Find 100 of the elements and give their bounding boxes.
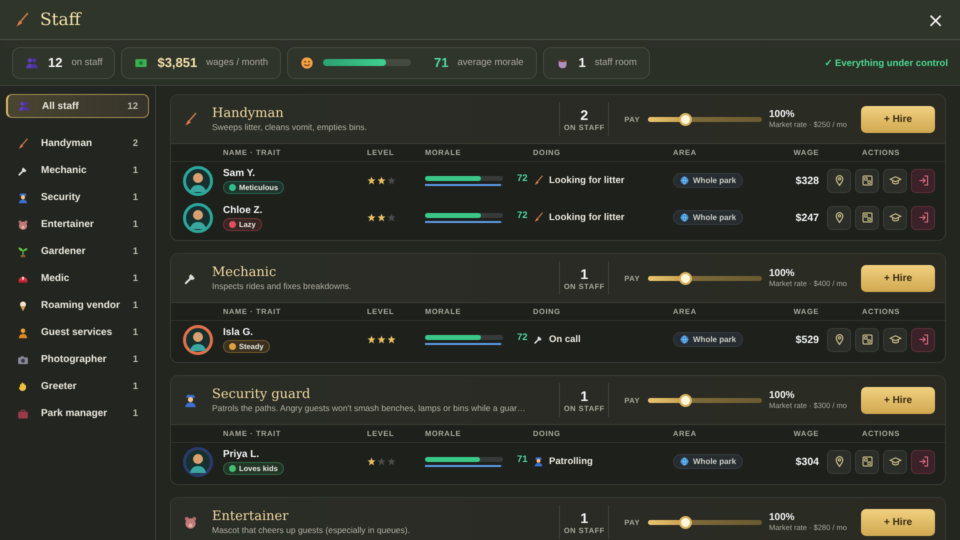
pin-icon (832, 333, 846, 346)
pay-slider[interactable] (648, 112, 762, 126)
train-button[interactable] (883, 328, 907, 352)
pay-percent: 100% (769, 512, 796, 523)
assign-area-button[interactable] (855, 328, 879, 352)
star-icon (367, 176, 376, 185)
person-icon (17, 326, 29, 338)
stat-value: $3,851 (157, 55, 198, 70)
stat-label: average morale (458, 57, 524, 68)
assign-area-button[interactable] (855, 206, 879, 230)
people-icon (25, 56, 39, 70)
stat-label: staff room (594, 57, 637, 68)
staff-count: 1 (580, 266, 588, 282)
sidebar-item[interactable]: Photographer 1 (6, 346, 149, 373)
hire-button[interactable]: + Hire (861, 508, 935, 536)
globe-icon (680, 176, 689, 184)
sprout-icon (17, 246, 29, 258)
hire-button[interactable]: + Hire (861, 386, 935, 414)
pay-slider[interactable] (648, 272, 762, 284)
sidebar-item[interactable]: Mechanic 1 (6, 157, 149, 184)
hire-button[interactable]: + Hire (861, 106, 935, 132)
exit-icon (916, 211, 930, 224)
graduation-cap-icon (888, 211, 902, 224)
exit-icon (916, 174, 930, 187)
train-button[interactable] (883, 168, 907, 192)
sidebar-item[interactable]: Greeter 1 (6, 373, 149, 400)
sidebar-item[interactable]: All staff 12 (6, 94, 149, 118)
staff-name: Sam Y. (223, 168, 256, 178)
sidebar-item[interactable]: Guest services 1 (6, 319, 149, 346)
sidebar-item[interactable]: Entertainer 1 (6, 211, 149, 238)
star-icon (377, 457, 386, 466)
ice-cream-icon (17, 300, 29, 312)
star-icon (387, 457, 396, 466)
star-icon (367, 335, 376, 344)
fire-button[interactable] (911, 168, 935, 192)
globe-icon (680, 212, 689, 222)
staff-count: 2 (580, 106, 588, 122)
sidebar-item[interactable]: Handyman 2 (6, 130, 149, 157)
exit-icon (916, 333, 930, 346)
pay-slider[interactable] (648, 394, 762, 406)
slider-thumb[interactable] (678, 394, 692, 406)
area-tag: Whole park (673, 454, 744, 468)
staff-name: Isla G. (223, 326, 254, 338)
squares-icon (860, 211, 874, 224)
activity-text: Looking for litter (549, 175, 624, 186)
train-button[interactable] (883, 450, 907, 474)
slider-thumb[interactable] (678, 516, 692, 528)
locate-button[interactable] (827, 450, 851, 474)
fire-button[interactable] (911, 450, 935, 474)
activity-text: On call (549, 334, 581, 345)
window-title: Staff (40, 10, 83, 30)
smiley-icon (300, 56, 314, 70)
hand-icon (17, 380, 29, 392)
graduation-cap-icon (888, 174, 902, 187)
hire-button[interactable]: + Hire (861, 264, 935, 292)
slider-thumb[interactable] (678, 272, 692, 284)
close-button[interactable]: × (925, 10, 946, 30)
staff-name: Chloe Z. (223, 204, 262, 216)
people-icon (18, 100, 30, 112)
star-icon (387, 335, 396, 344)
briefcase-icon (17, 408, 29, 420)
guard-icon (183, 392, 198, 408)
staff-count: 1 (580, 388, 588, 404)
status-text: ✓ Everything under control (824, 56, 948, 68)
exit-icon (916, 455, 930, 468)
pay-slider[interactable] (648, 516, 762, 528)
assign-area-button[interactable] (855, 168, 879, 192)
wage-text: $247 (794, 212, 819, 224)
guard-icon (17, 192, 29, 204)
sidebar-item[interactable]: Roaming vendor 1 (6, 292, 149, 319)
star-icon (367, 457, 376, 466)
camera-icon (17, 354, 29, 366)
activity-text: Patrolling (549, 456, 593, 467)
locate-button[interactable] (827, 168, 851, 192)
sidebar-item[interactable]: Security 1 (6, 184, 149, 211)
star-icon (387, 176, 396, 185)
stat-label: on staff (71, 57, 102, 68)
area-tag: Whole park (673, 332, 744, 346)
bear-icon (17, 218, 29, 230)
fire-button[interactable] (911, 206, 935, 230)
section-description: Patrols the paths. Angry guests won't smash benches, lamps or bins while a guar… (212, 403, 526, 413)
sidebar-item[interactable]: Medic 1 (6, 265, 149, 292)
locate-button[interactable] (827, 328, 851, 352)
sidebar-item[interactable]: Gardener 1 (6, 238, 149, 265)
globe-icon (680, 456, 689, 466)
locate-button[interactable] (827, 206, 851, 230)
fire-button[interactable] (911, 328, 935, 352)
activity-text: Looking for litter (549, 212, 624, 223)
star-icon (377, 213, 386, 222)
wrench-icon (533, 334, 544, 345)
pay-percent: 100% (769, 268, 796, 279)
slider-thumb[interactable] (678, 112, 692, 126)
sidebar-item[interactable]: Park manager 1 (6, 400, 149, 427)
section-title: Security guard (212, 387, 312, 402)
star-icon (387, 213, 396, 222)
stat-label: wages / month (206, 57, 268, 68)
pin-icon (832, 211, 846, 224)
guard-icon (533, 456, 544, 467)
train-button[interactable] (883, 206, 907, 230)
assign-area-button[interactable] (855, 450, 879, 474)
